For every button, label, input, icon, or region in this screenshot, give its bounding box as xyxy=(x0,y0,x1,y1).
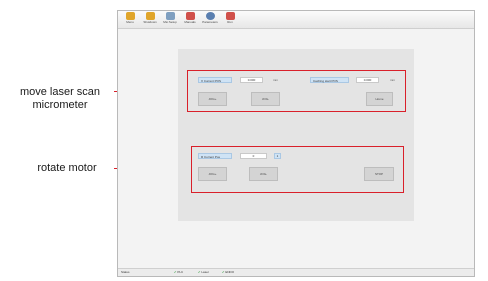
app-window: Menu Shutdown Msr.Setup Manuals Paramete… xyxy=(117,10,475,277)
status-laser: ✔ Laser xyxy=(198,270,209,275)
laser-current-pos-unit: mm xyxy=(273,78,278,82)
motor-current-pos-value: 0 xyxy=(240,153,267,159)
toolbar-run-button[interactable]: Run xyxy=(222,12,238,27)
laser-callout: move laser scan micrometer xyxy=(19,86,101,111)
motor-jog-minus-button[interactable]: JOG- xyxy=(249,167,278,181)
status-left-text: Status xyxy=(121,270,130,274)
gear-icon xyxy=(205,12,215,20)
laser-jog-minus-button[interactable]: JOG- xyxy=(251,92,280,106)
toolbar-parameters-button[interactable]: Parameters xyxy=(202,12,218,27)
toolbar-label: Parameters xyxy=(202,20,218,24)
laser-current-pos-label: X Current POS xyxy=(198,77,232,83)
toolbar-manuals-button[interactable]: Manuals xyxy=(182,12,198,27)
toolbar-msr-setup-button[interactable]: Msr.Setup xyxy=(162,12,178,27)
toolbar-label: Run xyxy=(227,20,233,24)
status-plc-label: PLC xyxy=(177,270,184,274)
motor-current-pos-label: R Current Pos xyxy=(198,153,232,159)
motor-stop-button[interactable]: STOP xyxy=(364,167,394,181)
toolbar-label: Menu xyxy=(126,20,134,24)
status-endo-label: ENDO xyxy=(225,270,235,274)
toolbar-menu-button[interactable]: Menu xyxy=(122,12,138,27)
toolbar-shutdown-button[interactable]: Shutdown xyxy=(142,12,158,27)
status-endo: ✔ ENDO xyxy=(222,270,234,275)
laser-jog-plus-button[interactable]: JOG+ xyxy=(198,92,227,106)
toolbar: Menu Shutdown Msr.Setup Manuals Paramete… xyxy=(118,11,474,29)
toolbar-label: Shutdown xyxy=(143,20,157,24)
laser-target-pos-value[interactable]: 0.000 xyxy=(356,77,379,83)
folder-icon xyxy=(125,12,135,20)
motor-spin-button[interactable]: 1 xyxy=(274,153,281,159)
laser-current-pos-value: 0.000 xyxy=(240,77,263,83)
status-bar: Status ✔ PLC ✔ Laser ✔ ENDO xyxy=(118,268,474,276)
status-laser-label: Laser xyxy=(201,270,209,274)
status-plc: ✔ PLC xyxy=(174,270,183,275)
shutdown-icon xyxy=(145,12,155,20)
columns-icon xyxy=(165,12,175,20)
manual-icon xyxy=(185,12,195,20)
run-icon xyxy=(225,12,235,20)
motor-callout: rotate motor xyxy=(37,162,97,174)
toolbar-label: Manuals xyxy=(184,20,196,24)
motor-jog-plus-button[interactable]: JOG+ xyxy=(198,167,227,181)
laser-target-pos-label: Caching start POS xyxy=(310,77,349,83)
laser-home-button[interactable]: Home xyxy=(366,92,393,106)
laser-target-pos-unit: mm xyxy=(390,78,395,82)
toolbar-label: Msr.Setup xyxy=(163,20,177,24)
